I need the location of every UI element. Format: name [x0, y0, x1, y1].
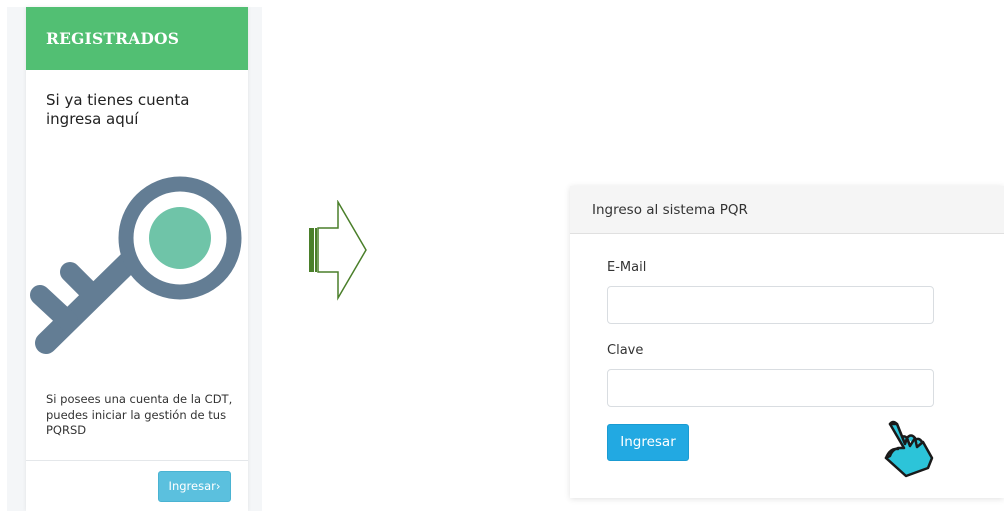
card-divider — [26, 460, 248, 461]
login-panel-title: Ingreso al sistema PQR — [570, 186, 1004, 234]
password-field[interactable] — [607, 369, 934, 407]
password-label: Clave — [607, 343, 644, 358]
card-header: REGISTRADOS — [26, 7, 248, 70]
hand-pointer-icon — [884, 420, 934, 478]
registered-card: REGISTRADOS Si ya tienes cuenta ingresa … — [26, 7, 248, 511]
email-label: E-Mail — [607, 260, 647, 275]
screenshot-stage: REGISTRADOS Si ya tienes cuenta ingresa … — [0, 0, 1004, 511]
card-description: Si posees una cuenta de la CDT, puedes i… — [46, 392, 233, 437]
ingresar-button[interactable]: Ingresar — [607, 424, 689, 461]
registered-card-container: REGISTRADOS Si ya tienes cuenta ingresa … — [7, 7, 262, 511]
ingresar-small-button[interactable]: Ingresar› — [158, 471, 231, 502]
key-icon — [30, 176, 242, 354]
right-arrow-icon — [309, 200, 367, 301]
card-title: Si ya tienes cuenta ingresa aquí — [46, 91, 190, 128]
email-field[interactable] — [607, 286, 934, 324]
